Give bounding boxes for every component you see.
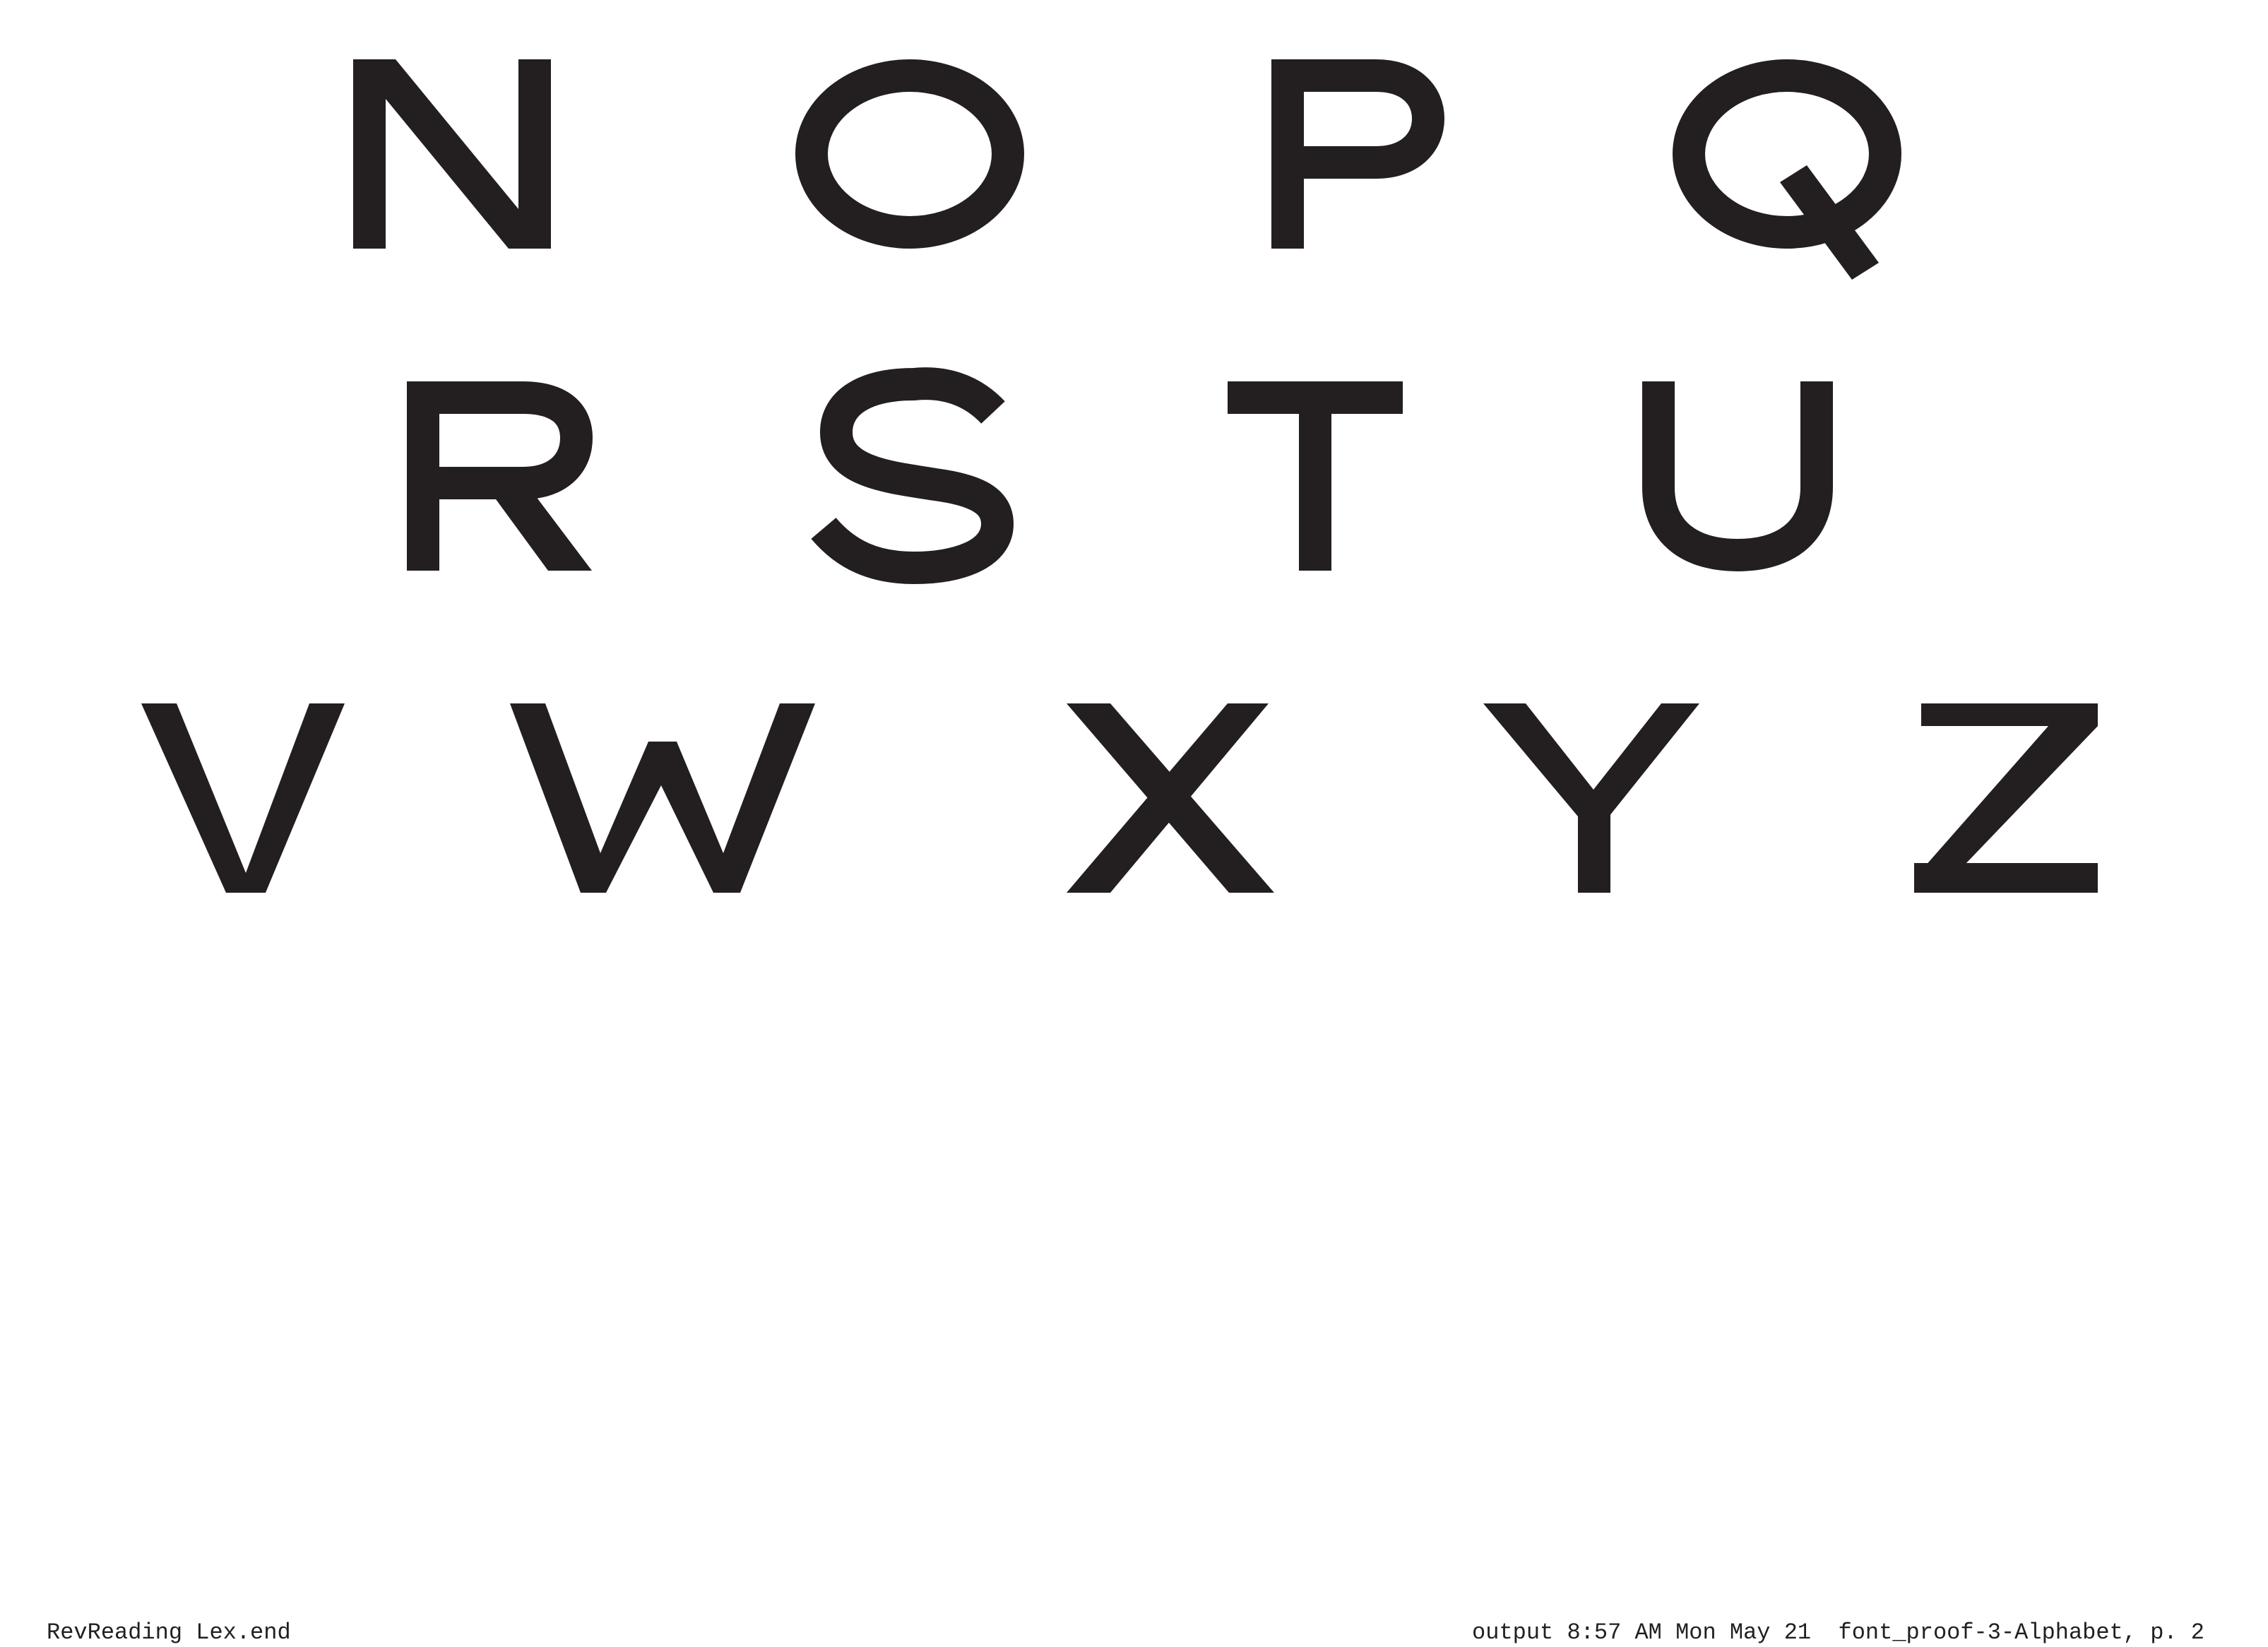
glyph-s (811, 367, 1014, 584)
font-proof-page: RevReading Lex.end output 8:57 AM Mon Ma… (0, 0, 2268, 1646)
glyph-q (1673, 59, 1901, 280)
footer-document-name: RevReading Lex.end (47, 1619, 291, 1646)
alphabet-glyph-area (0, 0, 2268, 1636)
glyph-u (1642, 381, 1833, 571)
glyph-n (353, 59, 551, 249)
glyph-t (1228, 381, 1403, 571)
glyph-x (1067, 703, 1274, 893)
glyph-o (795, 59, 1024, 249)
glyph-p (1271, 59, 1444, 249)
glyph-r (407, 381, 593, 571)
footer-output-info: output 8:57 AM Mon May 21 font_proof-3-A… (1472, 1619, 2204, 1646)
glyph-y (1483, 703, 1699, 893)
glyph-z (1914, 703, 2098, 893)
glyph-w (510, 703, 815, 893)
glyph-v (141, 703, 345, 893)
